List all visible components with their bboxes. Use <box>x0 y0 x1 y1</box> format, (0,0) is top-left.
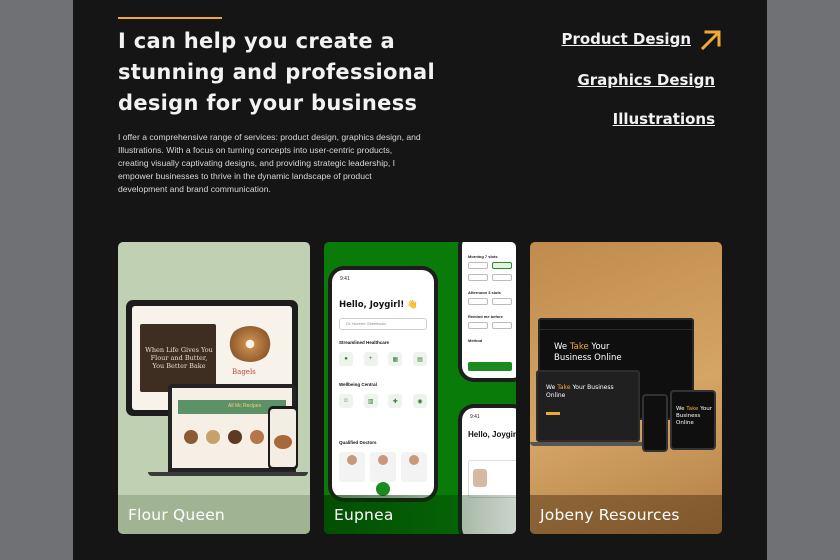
doctor-list <box>339 452 427 482</box>
bagel-title: Bagels <box>232 368 256 376</box>
hero-title: We Take Your Business Online <box>554 342 644 364</box>
doctor-card <box>339 452 365 482</box>
remind-option <box>468 322 488 329</box>
search-placeholder: Dr. Noreen Gbemisola <box>346 321 386 326</box>
phone-mockup-booking: Morning 7 slots Afternoon 3 slots Remind… <box>458 242 516 382</box>
plus-icon: + <box>363 352 378 366</box>
portfolio-section: I can help you create a stunning and pro… <box>73 0 767 560</box>
slots-label: Afternoon 3 slots <box>468 290 501 295</box>
doctor-card <box>468 460 516 498</box>
home-fab-icon <box>376 482 390 496</box>
emergency-icon: ✚ <box>388 394 403 408</box>
project-card-flour-queen[interactable]: When Life Gives You Flour and Butter, Yo… <box>118 242 310 534</box>
laptop-hero-title: We Take Your Business Online <box>546 384 616 400</box>
arrow-up-right-icon[interactable] <box>699 28 723 52</box>
time-slot <box>468 274 488 281</box>
nav-link-graphics-design[interactable]: Graphics Design <box>577 71 715 89</box>
search-field: Dr. Noreen Gbemisola <box>339 318 427 330</box>
tablet-mockup: We Take Your Business Online <box>670 390 716 450</box>
greeting: Hello, Joygirl! 👋 <box>339 300 418 310</box>
status-time: 9:41 <box>340 276 350 282</box>
person-icon: ☺ <box>339 394 353 408</box>
laptop-mockup: We Take Your Business Online <box>536 370 640 442</box>
book-icon: ▥ <box>363 394 378 408</box>
method-label: Method <box>468 338 483 343</box>
food-thumb <box>228 430 242 444</box>
hero-word-take: Take <box>569 342 589 352</box>
tablet-hero-title: We Take Your Business Online <box>676 406 714 427</box>
accent-divider <box>118 17 222 19</box>
laptop-base <box>530 442 650 446</box>
section-title: Wellbeing Central <box>339 382 377 387</box>
laptop-base <box>148 472 308 476</box>
location-icon: ◉ <box>412 394 427 408</box>
hero-word-we: We <box>546 384 556 391</box>
site-nav <box>540 320 692 330</box>
intro-paragraph: I offer a comprehensive range of service… <box>118 132 421 194</box>
bagel-image <box>228 326 272 362</box>
project-cards: When Life Gives You Flour and Butter, Yo… <box>118 242 722 534</box>
greeting: Hello, Joygir <box>468 430 516 439</box>
phone-screen: 9:41 Hello, Joygirl! 👋 Dr. Noreen Gbemis… <box>332 270 434 498</box>
status-time: 9:41 <box>470 414 480 420</box>
slots-label: Morning 7 slots <box>468 254 498 259</box>
hero-word-we: We <box>554 342 568 352</box>
phone-screen: Morning 7 slots Afternoon 3 slots Remind… <box>462 242 516 378</box>
hero-word-we: We <box>676 406 685 412</box>
time-slot-selected <box>492 262 512 269</box>
time-slot <box>468 298 488 305</box>
food-thumb <box>184 430 198 444</box>
project-title: Flour Queen <box>118 495 310 534</box>
phone-mockup-main: 9:41 Hello, Joygirl! 👋 Dr. Noreen Gbemis… <box>328 266 438 502</box>
project-title: Jobeny Resources <box>530 495 722 534</box>
phone-mockup <box>268 406 298 470</box>
hero-word-take: Take <box>557 384 571 391</box>
remind-option <box>492 322 512 329</box>
section-headline: I can help you create a stunning and pro… <box>118 29 435 115</box>
time-slot <box>468 262 488 269</box>
cta-button <box>546 412 560 415</box>
banner-text: All Mc Recipes <box>228 403 262 409</box>
hero-word-take: Take <box>686 406 699 412</box>
service-icons: ● + ▦ ▤ <box>339 352 427 366</box>
food-thumb <box>206 430 220 444</box>
section-title: Qualified Doctors <box>339 440 377 445</box>
calendar-icon: ▦ <box>388 352 403 366</box>
phone-mockup <box>642 394 668 452</box>
project-title: Eupnea <box>324 495 516 534</box>
book-button <box>468 362 512 371</box>
hero-text: When Life Gives You Flour and Butter, Yo… <box>145 346 213 370</box>
phone-food-image <box>274 435 292 449</box>
section-title: Streamlined Healthcare <box>339 340 390 345</box>
wellbeing-icons: ☺ ▥ ✚ ◉ <box>339 394 427 408</box>
pill-icon: ● <box>339 352 353 366</box>
remind-label: Remind me before <box>468 314 503 319</box>
time-slot <box>492 274 512 281</box>
doctor-card <box>370 452 396 482</box>
project-card-jobeny-resources[interactable]: We Take Your Business Online We Take You… <box>530 242 722 534</box>
time-slot <box>492 298 512 305</box>
food-thumb <box>250 430 264 444</box>
nav-link-illustrations[interactable]: Illustrations <box>613 110 715 128</box>
phone-screen <box>270 409 296 467</box>
nav-link-product-design[interactable]: Product Design <box>561 30 691 48</box>
project-card-eupnea[interactable]: 9:41 Hello, Joygirl! 👋 Dr. Noreen Gbemis… <box>324 242 516 534</box>
doctor-card <box>401 452 427 482</box>
records-icon: ▤ <box>412 352 427 366</box>
